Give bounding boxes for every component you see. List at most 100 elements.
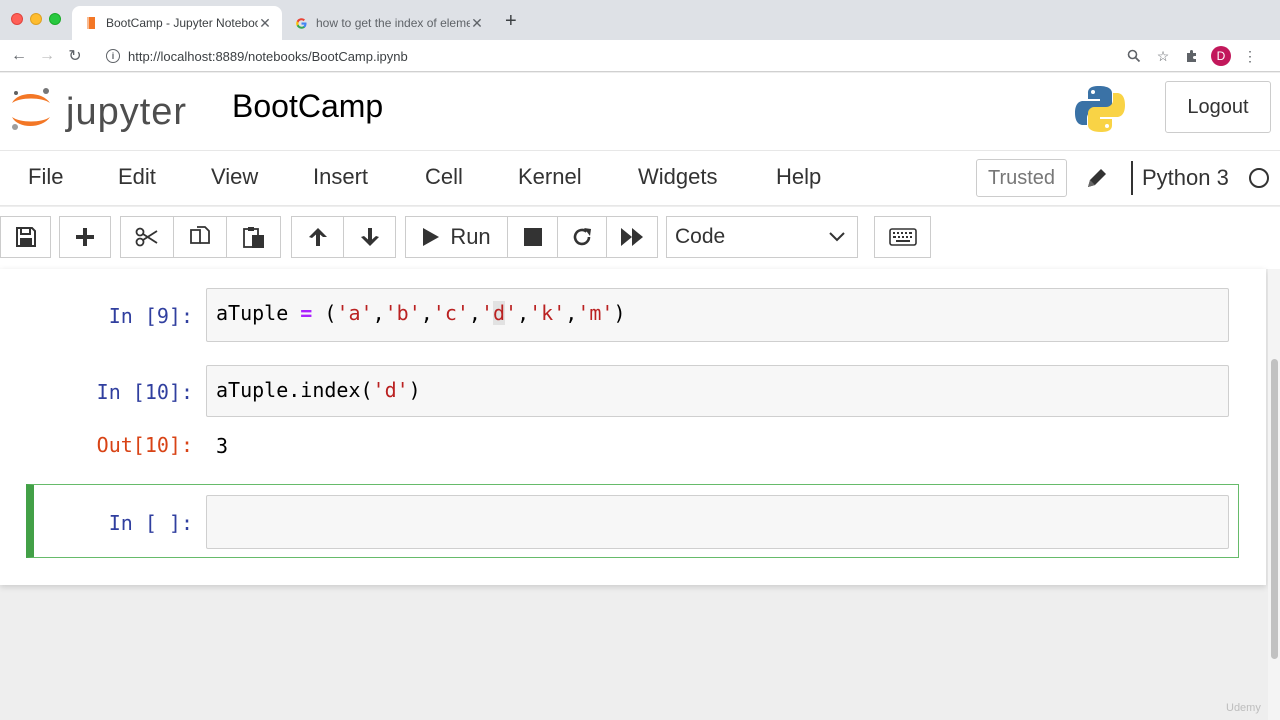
pencil-edit-icon[interactable]	[1084, 165, 1110, 191]
notebook-name[interactable]: BootCamp	[232, 88, 383, 125]
profile-avatar[interactable]: D	[1211, 46, 1231, 66]
move-down-button[interactable]	[343, 216, 396, 258]
browser-tab-jupyter[interactable]: BootCamp - Jupyter Notebook ✕	[72, 6, 282, 40]
menu-kernel[interactable]: Kernel	[518, 164, 582, 190]
python-logo-icon	[1074, 83, 1126, 135]
kernel-idle-icon	[1249, 168, 1269, 188]
extensions-puzzle-icon[interactable]	[1182, 46, 1202, 66]
menu-view[interactable]: View	[211, 164, 258, 190]
restart-kernel-button[interactable]	[557, 216, 607, 258]
tab-title: how to get the index of elemen	[316, 16, 470, 30]
cell-input-prompt: In [9]:	[108, 304, 193, 328]
code-cell-input[interactable]: aTuple.index('d')	[206, 365, 1229, 417]
jupyter-orbit-icon	[12, 88, 50, 130]
cell-output-prompt: Out[10]:	[96, 433, 193, 457]
info-icon[interactable]: i	[106, 49, 120, 63]
copy-button[interactable]	[173, 216, 227, 258]
address-bar: ← → ↻ i http://localhost:8889/notebooks/…	[0, 40, 1280, 72]
window-zoom-button[interactable]	[49, 13, 61, 25]
url-text[interactable]: http://localhost:8889/notebooks/BootCamp…	[128, 49, 1115, 64]
chevron-down-icon	[829, 232, 845, 242]
play-icon	[423, 228, 440, 246]
code-token: 'd'	[372, 378, 409, 402]
insert-cell-button[interactable]	[59, 216, 111, 258]
save-icon	[15, 227, 36, 247]
menu-widgets[interactable]: Widgets	[638, 164, 717, 190]
scissors-icon	[135, 227, 158, 247]
code-token: 'a'	[336, 301, 373, 325]
code-cell-input[interactable]: aTuple = ('a','b','c','d','k','m')	[206, 288, 1229, 342]
reload-icon[interactable]: ↻	[64, 45, 86, 67]
code-token: aTuple.index(	[216, 378, 373, 402]
interrupt-kernel-button[interactable]	[507, 216, 558, 258]
code-token: 'b'	[384, 301, 421, 325]
paste-icon	[242, 227, 264, 248]
arrow-up-icon	[308, 228, 327, 246]
code-token: )	[613, 301, 626, 325]
code-token: 'm'	[577, 301, 614, 325]
plus-icon	[76, 228, 94, 246]
move-up-button[interactable]	[291, 216, 344, 258]
watermark: Udemy	[1226, 702, 1261, 714]
menu-help[interactable]: Help	[776, 164, 821, 190]
paste-button[interactable]	[226, 216, 281, 258]
more-menu-icon[interactable]: ⋮	[1240, 46, 1260, 66]
zoom-icon[interactable]	[1124, 46, 1144, 66]
jupyter-wordmark: jupyter	[66, 91, 188, 133]
notebook-toolbar: Run Code	[0, 207, 1280, 269]
code-token: 'd'	[480, 301, 518, 325]
back-arrow-icon[interactable]: ←	[8, 45, 30, 67]
jupyter-logo[interactable]: jupyter	[8, 83, 198, 133]
run-label: Run	[450, 224, 491, 249]
arrow-down-icon	[360, 228, 379, 246]
jupyter-header: jupyter BootCamp Logout	[0, 73, 1280, 150]
kernel-separator	[1131, 161, 1133, 195]
code-cell-input-active[interactable]	[206, 495, 1229, 549]
restart-icon	[573, 228, 591, 246]
forward-arrow-icon[interactable]: →	[36, 45, 58, 67]
code-token: ,	[565, 301, 578, 325]
menu-file[interactable]: File	[28, 164, 63, 190]
menu-insert[interactable]: Insert	[313, 164, 368, 190]
cell-type-select[interactable]: Code	[666, 216, 858, 258]
code-token: 'c'	[432, 301, 469, 325]
code-token: ,	[468, 301, 481, 325]
url-field[interactable]: i http://localhost:8889/notebooks/BootCa…	[100, 44, 1260, 68]
notebook-page: In [9]: aTuple = ('a','b','c','d','k','m…	[0, 269, 1266, 585]
window-minimize-button[interactable]	[30, 13, 42, 25]
cell-type-value: Code	[675, 225, 726, 248]
fast-forward-icon	[621, 228, 643, 246]
code-token: ,	[372, 301, 385, 325]
cell-input-prompt: In [10]:	[96, 380, 193, 404]
code-token: )	[408, 378, 421, 402]
browser-tab-bar: BootCamp - Jupyter Notebook ✕ how to get…	[0, 0, 1280, 40]
window-close-button[interactable]	[11, 13, 23, 25]
run-button[interactable]: Run	[405, 216, 508, 258]
kernel-name[interactable]: Python 3	[1142, 165, 1229, 191]
menu-cell[interactable]: Cell	[425, 164, 463, 190]
scrollbar-thumb[interactable]	[1271, 359, 1278, 659]
command-palette-button[interactable]	[874, 216, 931, 258]
menu-bar: File Edit View Insert Cell Kernel Widget…	[0, 150, 1280, 206]
cell-output-value: 3	[216, 434, 229, 458]
page-scrollbar[interactable]	[1268, 269, 1280, 720]
notebook-container: In [9]: aTuple = ('a','b','c','d','k','m…	[0, 269, 1266, 720]
close-icon[interactable]: ✕	[470, 15, 484, 32]
trusted-indicator[interactable]: Trusted	[976, 159, 1067, 197]
copy-icon	[190, 226, 210, 244]
code-token: (	[324, 301, 337, 325]
close-icon[interactable]: ✕	[258, 15, 272, 32]
logout-button[interactable]: Logout	[1165, 81, 1271, 133]
jupyter-book-icon	[84, 16, 98, 30]
new-tab-button[interactable]: +	[505, 10, 517, 33]
code-token: =	[300, 301, 313, 325]
bookmark-star-icon[interactable]: ☆	[1153, 46, 1173, 66]
stop-icon	[523, 228, 542, 246]
menu-edit[interactable]: Edit	[118, 164, 156, 190]
cut-button[interactable]	[120, 216, 174, 258]
keyboard-icon	[888, 228, 917, 246]
save-button[interactable]	[0, 216, 51, 258]
code-token: aTuple	[216, 301, 289, 325]
restart-run-all-button[interactable]	[606, 216, 658, 258]
browser-tab-google[interactable]: how to get the index of elemen ✕	[284, 6, 494, 40]
